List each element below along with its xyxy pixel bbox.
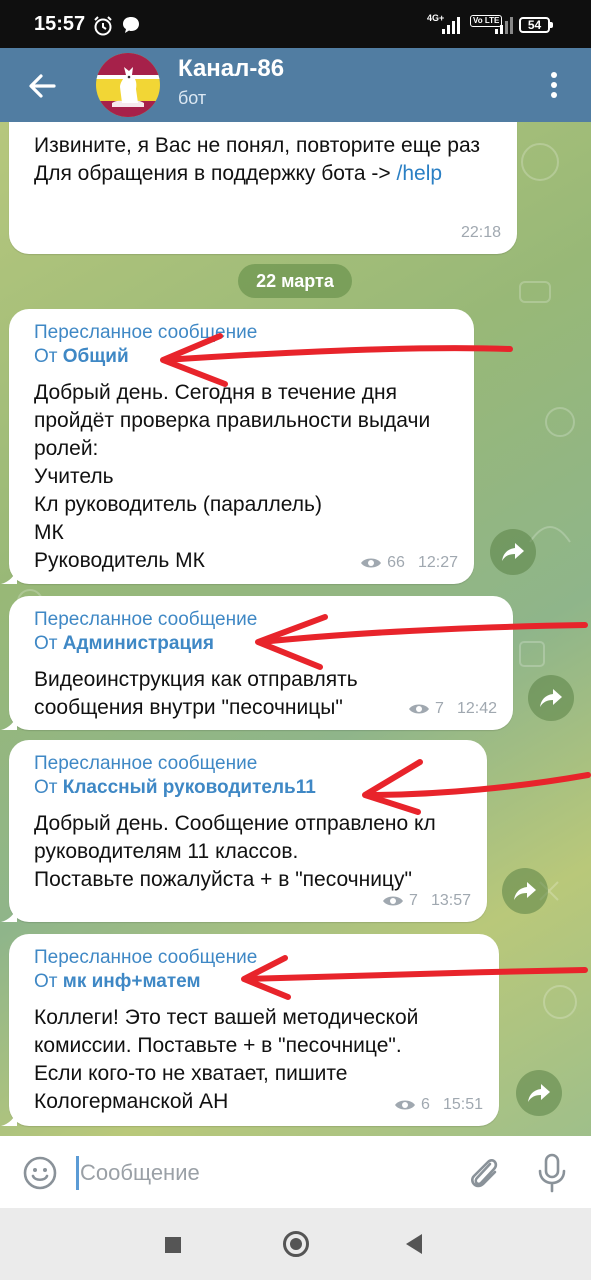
alarm-icon — [94, 16, 112, 36]
emoji-icon[interactable] — [22, 1155, 58, 1191]
annotation-arrow-3 — [364, 772, 591, 798]
microphone-icon[interactable] — [537, 1153, 567, 1193]
chat-notification-icon — [123, 17, 139, 33]
signal-icon — [442, 17, 460, 34]
message-input[interactable] — [80, 1156, 450, 1190]
recents-icon[interactable] — [165, 1237, 181, 1253]
channel-logo-icon — [96, 53, 160, 117]
annotation-arrow-3-head — [362, 759, 423, 815]
message-composer — [0, 1136, 591, 1208]
channel-title[interactable]: Канал-86 — [178, 55, 284, 83]
annotation-arrow-4 — [243, 967, 588, 982]
annotation-arrow-2 — [257, 622, 588, 645]
status-bar: 15:57 4G+ Vo LTE 54 — [0, 0, 591, 48]
system-navigation-bar — [0, 1208, 591, 1280]
annotation-arrows — [160, 333, 591, 1000]
signal-2-icon — [495, 17, 513, 34]
battery-indicator: 54 — [519, 17, 553, 33]
channel-subtitle: бот — [178, 88, 207, 108]
channel-avatar[interactable] — [96, 53, 160, 117]
back-arrow-icon[interactable] — [22, 66, 62, 106]
status-time: 15:57 — [34, 13, 86, 35]
chat-header: Канал-86 бот — [0, 48, 591, 122]
paperclip-icon[interactable] — [466, 1154, 500, 1192]
text-cursor — [76, 1156, 79, 1190]
back-triangle-icon[interactable] — [406, 1234, 422, 1254]
chat-area[interactable]: Извините, я Вас не понял, повторите еще … — [0, 122, 591, 1136]
annotation-arrow-1 — [162, 345, 513, 363]
home-icon[interactable] — [283, 1231, 309, 1257]
more-options-icon[interactable] — [541, 68, 567, 102]
